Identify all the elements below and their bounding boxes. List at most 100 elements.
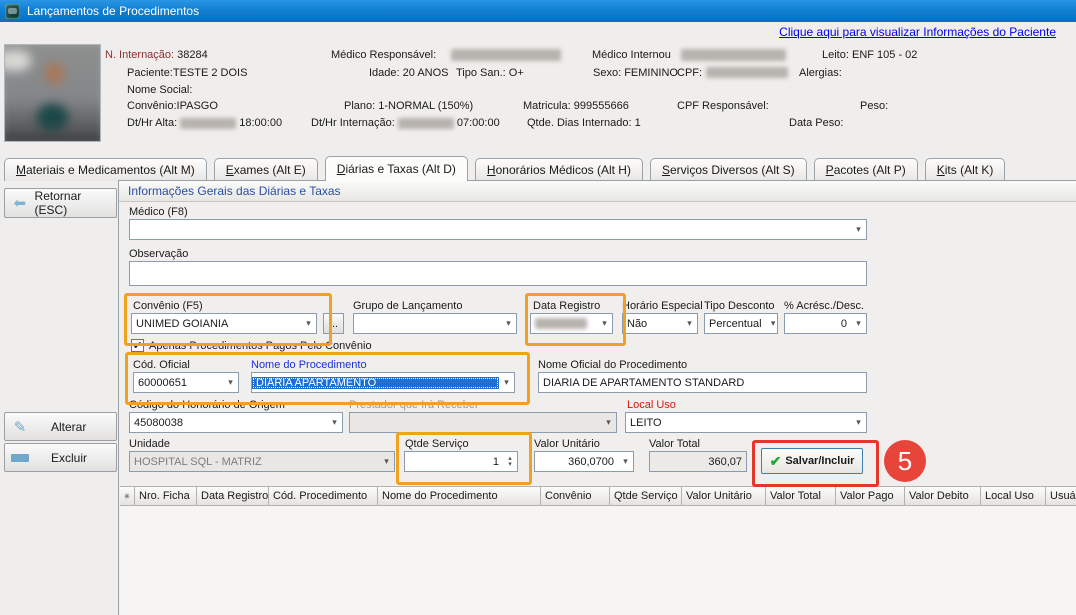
cpf-responsavel-label: CPF Responsável: (677, 100, 769, 112)
dropdown-arrow-icon[interactable]: ▾ (618, 456, 633, 467)
dropdown-arrow-icon[interactable]: ▾ (851, 417, 866, 428)
prestador-combobox: ▾ (349, 412, 617, 433)
convenio-hdr-value: IPASGO (177, 100, 218, 112)
alterar-button[interactable]: ✎ Alterar (4, 412, 117, 441)
paciente-label: Paciente: (127, 67, 173, 79)
medico-responsavel-redacted (451, 49, 561, 61)
nome-social-label: Nome Social: (127, 84, 192, 96)
dthr-alta-redacted (180, 118, 236, 129)
cod-oficial-combobox[interactable]: 60000651 ▾ (133, 372, 239, 393)
leito-label: Leito: (822, 49, 849, 61)
excluir-button[interactable]: Excluir (4, 443, 117, 472)
col-nro-ficha[interactable]: Nro. Ficha (135, 486, 197, 506)
patient-info-link[interactable]: Clique aqui para visualizar Informações … (779, 25, 1056, 39)
dropdown-arrow-icon[interactable]: ▾ (501, 318, 516, 329)
delete-icon (5, 451, 35, 465)
convenio-label: Convênio (F5) (133, 300, 203, 312)
dthr-internacao-redacted (398, 118, 454, 129)
dropdown-arrow-icon[interactable]: ▾ (851, 224, 866, 235)
col-valor-pago[interactable]: Valor Pago (836, 486, 905, 506)
tipo-desconto-combobox[interactable]: Percentual ▾ (704, 313, 778, 334)
data-registro-combobox[interactable]: ▾ (530, 313, 613, 334)
diarias-taxas-panel: Informações Gerais das Diárias e Taxas M… (118, 180, 1076, 615)
plano-label: Plano: (344, 100, 375, 112)
local-uso-combobox[interactable]: LEITO ▾ (625, 412, 867, 433)
tab-exames[interactable]: Exames (Alt E) (214, 158, 318, 181)
data-registro-redacted (535, 318, 587, 329)
cod-honorario-combobox[interactable]: 45080038 ▾ (129, 412, 343, 433)
tipo-desconto-label: Tipo Desconto (704, 300, 775, 312)
tab-materiais-medicamentos[interactable]: Materiais e Medicamentos (Alt M) (4, 158, 207, 181)
col-valor-total[interactable]: Valor Total (766, 486, 836, 506)
valor-unitario-label: Valor Unitário (534, 438, 600, 450)
spinner-down-icon[interactable]: ▾ (503, 462, 517, 468)
nome-procedimento-combobox[interactable]: DIARIA APARTAMENTO ▾ (251, 372, 515, 393)
dropdown-arrow-icon[interactable]: ▾ (327, 417, 342, 428)
pencil-icon: ✎ (5, 418, 35, 436)
dropdown-arrow-icon[interactable]: ▾ (223, 377, 238, 388)
tab-bar: Materiais e Medicamentos (Alt M) Exames … (4, 157, 1005, 181)
title-bar: Lançamentos de Procedimentos (0, 0, 1076, 22)
observacao-input[interactable] (129, 261, 867, 286)
convenio-browse-button[interactable]: ... (323, 313, 344, 334)
dropdown-arrow-icon[interactable]: ▾ (682, 318, 697, 329)
tab-kits[interactable]: Kits (Alt K) (925, 158, 1006, 181)
patient-photo-blur (4, 44, 101, 142)
dropdown-arrow-icon[interactable]: ▾ (499, 377, 514, 388)
cpf-redacted (706, 67, 788, 78)
app-icon (5, 4, 20, 19)
tab-servicos-diversos[interactable]: Serviços Diversos (Alt S) (650, 158, 807, 181)
col-convenio[interactable]: Convênio (541, 486, 610, 506)
grid-header: ✳ Nro. Ficha Data Registro Cód. Procedim… (120, 486, 1076, 506)
n-internacao-label: N. Internação: (105, 49, 174, 61)
col-valor-debito[interactable]: Valor Debito (905, 486, 981, 506)
medico-internou-label: Médico Internou (592, 49, 671, 61)
acresc-desc-combobox[interactable]: 0 ▾ (784, 313, 867, 334)
col-cod-procedimento[interactable]: Cód. Procedimento (269, 486, 378, 506)
horario-especial-combobox[interactable]: Não ▾ (622, 313, 698, 334)
qtde-dias-label: Qtde. Dias Internado: (527, 117, 632, 129)
tipo-san-value: O+ (509, 67, 524, 79)
medico-combobox[interactable]: ▾ (129, 219, 867, 240)
local-uso-label: Local Uso (627, 399, 676, 411)
nome-oficial-input[interactable]: DIARIA DE APARTAMENTO STANDARD (538, 372, 867, 393)
col-usuario[interactable]: Usuário (1046, 486, 1076, 506)
qtde-servico-stepper[interactable]: 1 ▴▾ (404, 451, 518, 472)
prestador-label: Prestador que Irá Receber (349, 399, 479, 411)
valor-total-field: 360,07 (649, 451, 747, 472)
idade-label: Idade: (369, 67, 400, 79)
dropdown-arrow-icon: ▾ (379, 456, 394, 467)
dthr-internacao-label: Dt/Hr Internação: (311, 117, 395, 129)
salvar-incluir-button[interactable]: ✔ Salvar/Incluir (761, 448, 863, 474)
dropdown-arrow-icon[interactable]: ▾ (766, 318, 778, 329)
col-local-uso[interactable]: Local Uso (981, 486, 1046, 506)
convenio-combobox[interactable]: UNIMED GOIANIA ▾ (131, 313, 317, 334)
tab-pacotes[interactable]: Pacotes (Alt P) (814, 158, 918, 181)
nome-procedimento-label: Nome do Procedimento (251, 359, 367, 371)
salvar-incluir-label: Salvar/Incluir (785, 455, 854, 467)
tab-diarias-taxas[interactable]: Diárias e Taxas (Alt D) (325, 156, 468, 181)
window-title: Lançamentos de Procedimentos (27, 4, 199, 18)
dropdown-arrow-icon[interactable]: ▾ (851, 318, 866, 329)
medico-label: Médico (F8) (129, 206, 188, 218)
dropdown-arrow-icon[interactable]: ▾ (597, 318, 612, 329)
col-valor-unitario[interactable]: Valor Unitário (682, 486, 766, 506)
grupo-lancamento-combobox[interactable]: ▾ (353, 313, 517, 334)
col-nome-procedimento[interactable]: Nome do Procedimento (378, 486, 541, 506)
tab-honorarios-medicos[interactable]: Honorários Médicos (Alt H) (475, 158, 643, 181)
cod-honorario-label: Código do Honorário de Origem (129, 399, 285, 411)
unidade-combobox: HOSPITAL SQL - MATRIZ ▾ (129, 451, 395, 472)
dropdown-arrow-icon: ▾ (601, 417, 616, 428)
retornar-button[interactable]: ⬅ Retornar (ESC) (4, 188, 117, 218)
alergias-label: Alergias: (799, 67, 842, 79)
dropdown-arrow-icon[interactable]: ▾ (301, 318, 316, 329)
data-registro-label: Data Registro (533, 300, 600, 312)
col-qtde-servico[interactable]: Qtde Serviço (610, 486, 682, 506)
qtde-servico-label: Qtde Serviço (405, 438, 469, 450)
leito-value: ENF 105 - 02 (852, 49, 917, 61)
col-data-registro[interactable]: Data Registro (197, 486, 269, 506)
valor-unitario-combobox[interactable]: 360,0700 ▾ (534, 451, 634, 472)
apenas-pagos-checkbox[interactable]: ✔ (131, 339, 144, 352)
ellipsis-icon: ... (329, 318, 338, 330)
idade-value: 20 ANOS (403, 67, 449, 79)
